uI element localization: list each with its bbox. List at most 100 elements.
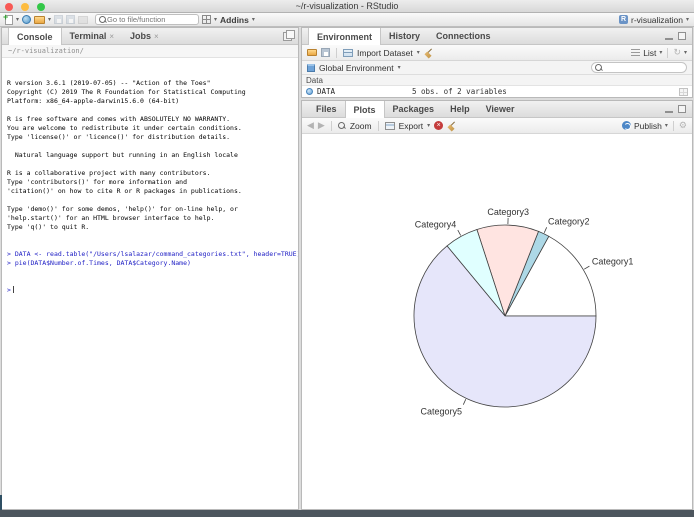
pie-label-tick	[543, 227, 548, 233]
pane-layout-caret-icon[interactable]: ▾	[214, 17, 217, 23]
refresh-icon[interactable]: ↻	[673, 48, 681, 57]
close-window-button[interactable]	[5, 3, 13, 11]
addins-caret-icon[interactable]: ▾	[252, 17, 255, 23]
zoom-window-button[interactable]	[37, 3, 45, 11]
project-caret-icon: ▾	[685, 16, 689, 23]
pie-chart: Category1 Category2 Category3 Category4 Cate…	[413, 207, 634, 416]
window-bottom-edge	[0, 510, 694, 517]
export-plot-icon	[384, 121, 395, 130]
environment-pane: Environment History Connections Import D…	[301, 27, 693, 98]
maximize-pane-icon[interactable]	[678, 105, 686, 113]
pie-label: Category2	[548, 217, 590, 227]
publish-button[interactable]: Publish	[634, 121, 662, 131]
save-workspace-icon[interactable]	[321, 48, 330, 57]
environment-search-input[interactable]	[603, 63, 683, 72]
environment-tabbar: Environment History Connections	[302, 28, 692, 45]
pie-label-tick	[583, 265, 590, 270]
project-menu[interactable]: R r-visualization ▾	[619, 15, 689, 25]
import-dataset-button[interactable]: Import Dataset	[357, 48, 413, 58]
pie-label: Category1	[592, 257, 634, 267]
data-section-header: Data	[302, 75, 692, 86]
refresh-caret-icon[interactable]: ▾	[684, 50, 687, 56]
tab-files[interactable]: Files	[308, 101, 345, 117]
pane-layout-icon[interactable]	[202, 15, 212, 24]
pie-label: Category5	[420, 406, 462, 416]
console-command-history: > DATA <- read.table("/Users/lsalazar/co…	[7, 250, 298, 268]
title-bar: ~/r-visualization - RStudio	[0, 0, 694, 13]
dataframe-icon	[306, 88, 313, 95]
publish-icon	[622, 121, 632, 130]
save-icon[interactable]	[54, 15, 64, 24]
new-project-icon[interactable]	[22, 15, 32, 24]
view-data-icon[interactable]	[679, 87, 688, 96]
addins-menu[interactable]: Addins	[220, 15, 249, 25]
tab-packages[interactable]: Packages	[385, 101, 443, 117]
export-plot-button[interactable]: Export	[399, 121, 424, 131]
maximize-pane-icon[interactable]	[283, 29, 295, 41]
tab-help[interactable]: Help	[442, 101, 478, 117]
pie-label-tick	[462, 399, 467, 405]
close-icon[interactable]: ×	[109, 32, 114, 41]
goto-file-function-box[interactable]	[95, 14, 200, 25]
maximize-pane-icon[interactable]	[678, 32, 686, 40]
environment-scope-selector[interactable]: Global Environment	[319, 63, 394, 73]
load-workspace-icon[interactable]	[307, 49, 317, 56]
plots-toolbar: ◀ ▶ Zoom Export ▾ Publish ▾ ⚙	[302, 118, 692, 134]
previous-plot-icon[interactable]: ◀	[307, 121, 314, 130]
object-summary: 5 obs. of 2 variables	[412, 87, 507, 96]
tab-connections[interactable]: Connections	[428, 28, 499, 44]
search-icon	[99, 15, 107, 24]
console-command: > DATA <- read.table("/Users/lsalazar/co…	[7, 250, 298, 258]
clear-all-plots-icon[interactable]	[447, 121, 457, 131]
close-icon[interactable]: ×	[154, 32, 159, 41]
tab-environment[interactable]: Environment	[308, 28, 382, 45]
minimize-pane-icon[interactable]	[665, 105, 673, 113]
tab-console[interactable]: Console	[8, 28, 62, 45]
pie-label: Category4	[415, 220, 457, 230]
import-dataset-icon[interactable]	[343, 48, 353, 57]
environment-toolbar: Import Dataset ▾ List ▾ ↻ ▾	[302, 45, 692, 61]
save-all-icon[interactable]	[66, 15, 76, 24]
zoom-plot-button[interactable]: Zoom	[350, 121, 372, 131]
plots-tabbar: Files Plots Packages Help Viewer	[302, 101, 692, 118]
next-plot-icon[interactable]: ▶	[318, 121, 325, 130]
project-icon: R	[619, 15, 629, 24]
list-view-icon	[631, 48, 641, 57]
print-icon[interactable]	[78, 15, 89, 24]
new-file-caret-icon[interactable]: ▾	[16, 17, 19, 23]
tab-jobs[interactable]: Jobs ×	[122, 28, 167, 44]
recent-files-caret-icon[interactable]: ▾	[48, 17, 51, 23]
console-working-directory: ~/r-visualization/	[2, 45, 298, 58]
window-edge	[0, 495, 2, 510]
environment-search-box[interactable]	[591, 62, 687, 73]
tab-history[interactable]: History	[381, 28, 428, 44]
remove-plot-icon[interactable]	[434, 121, 444, 130]
console-output[interactable]: R version 3.6.1 (2019-07-05) -- "Action …	[2, 58, 298, 509]
plot-canvas[interactable]: Category1 Category2 Category3 Category4 Cate…	[302, 134, 692, 509]
gear-icon[interactable]: ⚙	[679, 121, 687, 130]
window-title: ~/r-visualization - RStudio	[295, 1, 399, 11]
plots-pane: Files Plots Packages Help Viewer ◀ ▶ Zoo…	[301, 100, 693, 510]
tab-terminal[interactable]: Terminal ×	[62, 28, 123, 44]
tab-viewer[interactable]: Viewer	[478, 101, 523, 117]
scope-caret-icon[interactable]: ▾	[398, 65, 401, 71]
open-file-icon[interactable]	[34, 15, 46, 24]
minimize-window-button[interactable]	[21, 3, 29, 11]
export-caret-icon[interactable]: ▾	[427, 123, 430, 129]
new-file-icon[interactable]	[3, 12, 13, 25]
console-tabbar: Console Terminal × Jobs ×	[2, 28, 298, 45]
goto-file-function-input[interactable]	[107, 15, 196, 24]
pie-label-tick	[457, 229, 462, 236]
list-view-button[interactable]: List	[643, 48, 656, 58]
publish-caret-icon[interactable]: ▾	[665, 123, 668, 129]
list-view-caret-icon[interactable]: ▾	[659, 50, 662, 56]
text-cursor	[12, 286, 14, 293]
console-prompt-line[interactable]: >	[7, 286, 293, 295]
global-environment-icon	[307, 63, 315, 72]
minimize-pane-icon[interactable]	[665, 32, 673, 40]
import-dataset-caret-icon[interactable]: ▾	[417, 50, 420, 56]
environment-object-row[interactable]: DATA 5 obs. of 2 variables	[302, 86, 692, 97]
tab-plots[interactable]: Plots	[344, 101, 385, 118]
clear-workspace-icon[interactable]	[424, 48, 434, 58]
console-command: > pie(DATA$Number.of.Times, DATA$Categor…	[7, 259, 191, 267]
